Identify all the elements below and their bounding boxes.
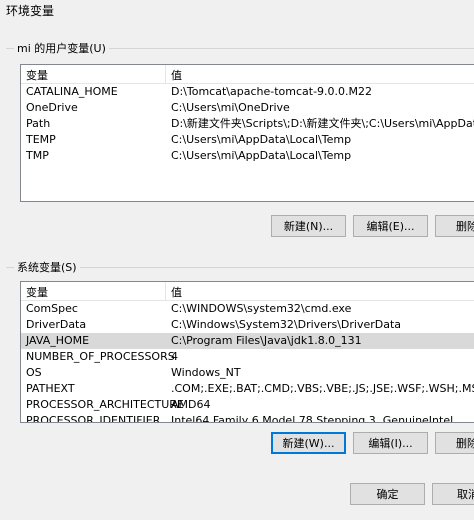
system-new-button[interactable]: 新建(W)...	[271, 432, 346, 454]
variable-value: AMD64	[171, 398, 211, 411]
header-value[interactable]: 值	[171, 67, 182, 83]
user-new-button[interactable]: 新建(N)...	[271, 215, 346, 237]
variable-name: JAVA_HOME	[26, 334, 90, 347]
variable-name: PROCESSOR_IDENTIFIER	[26, 414, 161, 423]
variable-value: C:\Users\mi\AppData\Local\Temp	[171, 149, 352, 162]
user-list-header: 变量 值	[21, 65, 474, 84]
variable-name: TMP	[26, 149, 49, 162]
system-variables-group: 系统变量(S)	[6, 259, 474, 275]
variable-value: Intel64 Family 6 Model 78 Stepping 3, Ge…	[171, 414, 454, 423]
table-row[interactable]: OneDrive C:\Users\mi\OneDrive	[21, 100, 474, 116]
table-row[interactable]: ComSpec C:\WINDOWS\system32\cmd.exe	[21, 301, 474, 317]
user-edit-button[interactable]: 编辑(E)...	[353, 215, 428, 237]
variable-name: DriverData	[26, 318, 87, 331]
system-variables-label: 系统变量(S)	[14, 259, 80, 275]
ok-button[interactable]: 确定	[350, 483, 425, 505]
table-row[interactable]: TMP C:\Users\mi\AppData\Local\Temp	[21, 148, 474, 164]
table-row[interactable]: PATHEXT .COM;.EXE;.BAT;.CMD;.VBS;.VBE;.JS…	[21, 381, 474, 397]
user-variables-group: mi 的用户变量(U)	[6, 40, 474, 56]
table-row[interactable]: PROCESSOR_ARCHITECTURE AMD64	[21, 397, 474, 413]
system-variables-list[interactable]: 变量 值 ComSpec C:\WINDOWS\system32\cmd.exe D…	[20, 281, 474, 423]
variable-name: CATALINA_HOME	[26, 85, 118, 98]
system-edit-button[interactable]: 编辑(I)...	[353, 432, 428, 454]
system-list-header: 变量 值	[21, 282, 474, 301]
variable-value: C:\Users\mi\AppData\Local\Temp	[171, 133, 352, 146]
variable-value: D:\新建文件夹\Scripts\;D:\新建文件夹\;C:\Users\mi\…	[171, 117, 474, 130]
header-variable[interactable]: 变量	[26, 284, 48, 300]
variable-value: .COM;.EXE;.BAT;.CMD;.VBS;.VBE;.JS;.JSE;.…	[171, 382, 474, 395]
variable-value: C:\Program Files\Java\jdk1.8.0_131	[171, 334, 362, 347]
cancel-button[interactable]: 取消	[432, 483, 474, 505]
variable-name: PROCESSOR_ARCHITECTURE	[26, 398, 184, 411]
table-row[interactable]: DriverData C:\Windows\System32\Drivers\Dr…	[21, 317, 474, 333]
table-row[interactable]: PROCESSOR_IDENTIFIER Intel64 Family 6 Mod…	[21, 413, 474, 423]
variable-name: Path	[26, 117, 51, 130]
variable-value: C:\Windows\System32\Drivers\DriverData	[171, 318, 402, 331]
variable-name: ComSpec	[26, 302, 78, 315]
variable-value: C:\WINDOWS\system32\cmd.exe	[171, 302, 352, 315]
header-separator[interactable]	[165, 282, 166, 300]
user-variables-label: mi 的用户变量(U)	[14, 40, 109, 56]
table-row[interactable]: TEMP C:\Users\mi\AppData\Local\Temp	[21, 132, 474, 148]
variable-value: C:\Users\mi\OneDrive	[171, 101, 290, 114]
header-separator[interactable]	[165, 65, 166, 83]
variable-name: OneDrive	[26, 101, 78, 114]
variable-name: TEMP	[26, 133, 56, 146]
system-delete-button[interactable]: 删除	[435, 432, 474, 454]
variable-name: PATHEXT	[26, 382, 75, 395]
header-value[interactable]: 值	[171, 284, 182, 300]
table-row[interactable]: CATALINA_HOME D:\Tomcat\apache-tomcat-9.0…	[21, 84, 474, 100]
header-variable[interactable]: 变量	[26, 67, 48, 83]
table-row[interactable]: NUMBER_OF_PROCESSORS 4	[21, 349, 474, 365]
variable-value: D:\Tomcat\apache-tomcat-9.0.0.M22	[171, 85, 373, 98]
table-row[interactable]: OS Windows_NT	[21, 365, 474, 381]
table-row[interactable]: Path D:\新建文件夹\Scripts\;D:\新建文件夹\;C:\Users…	[21, 116, 474, 132]
window-title: 环境变量	[6, 4, 55, 18]
table-row[interactable]: JAVA_HOME C:\Program Files\Java\jdk1.8.0_…	[21, 333, 474, 349]
user-variables-list[interactable]: 变量 值 CATALINA_HOME D:\Tomcat\apache-tomca…	[20, 64, 474, 202]
variable-name: OS	[26, 366, 42, 379]
variable-value: Windows_NT	[171, 366, 241, 379]
user-delete-button[interactable]: 删除	[435, 215, 474, 237]
variable-value: 4	[171, 350, 178, 363]
variable-name: NUMBER_OF_PROCESSORS	[26, 350, 175, 363]
